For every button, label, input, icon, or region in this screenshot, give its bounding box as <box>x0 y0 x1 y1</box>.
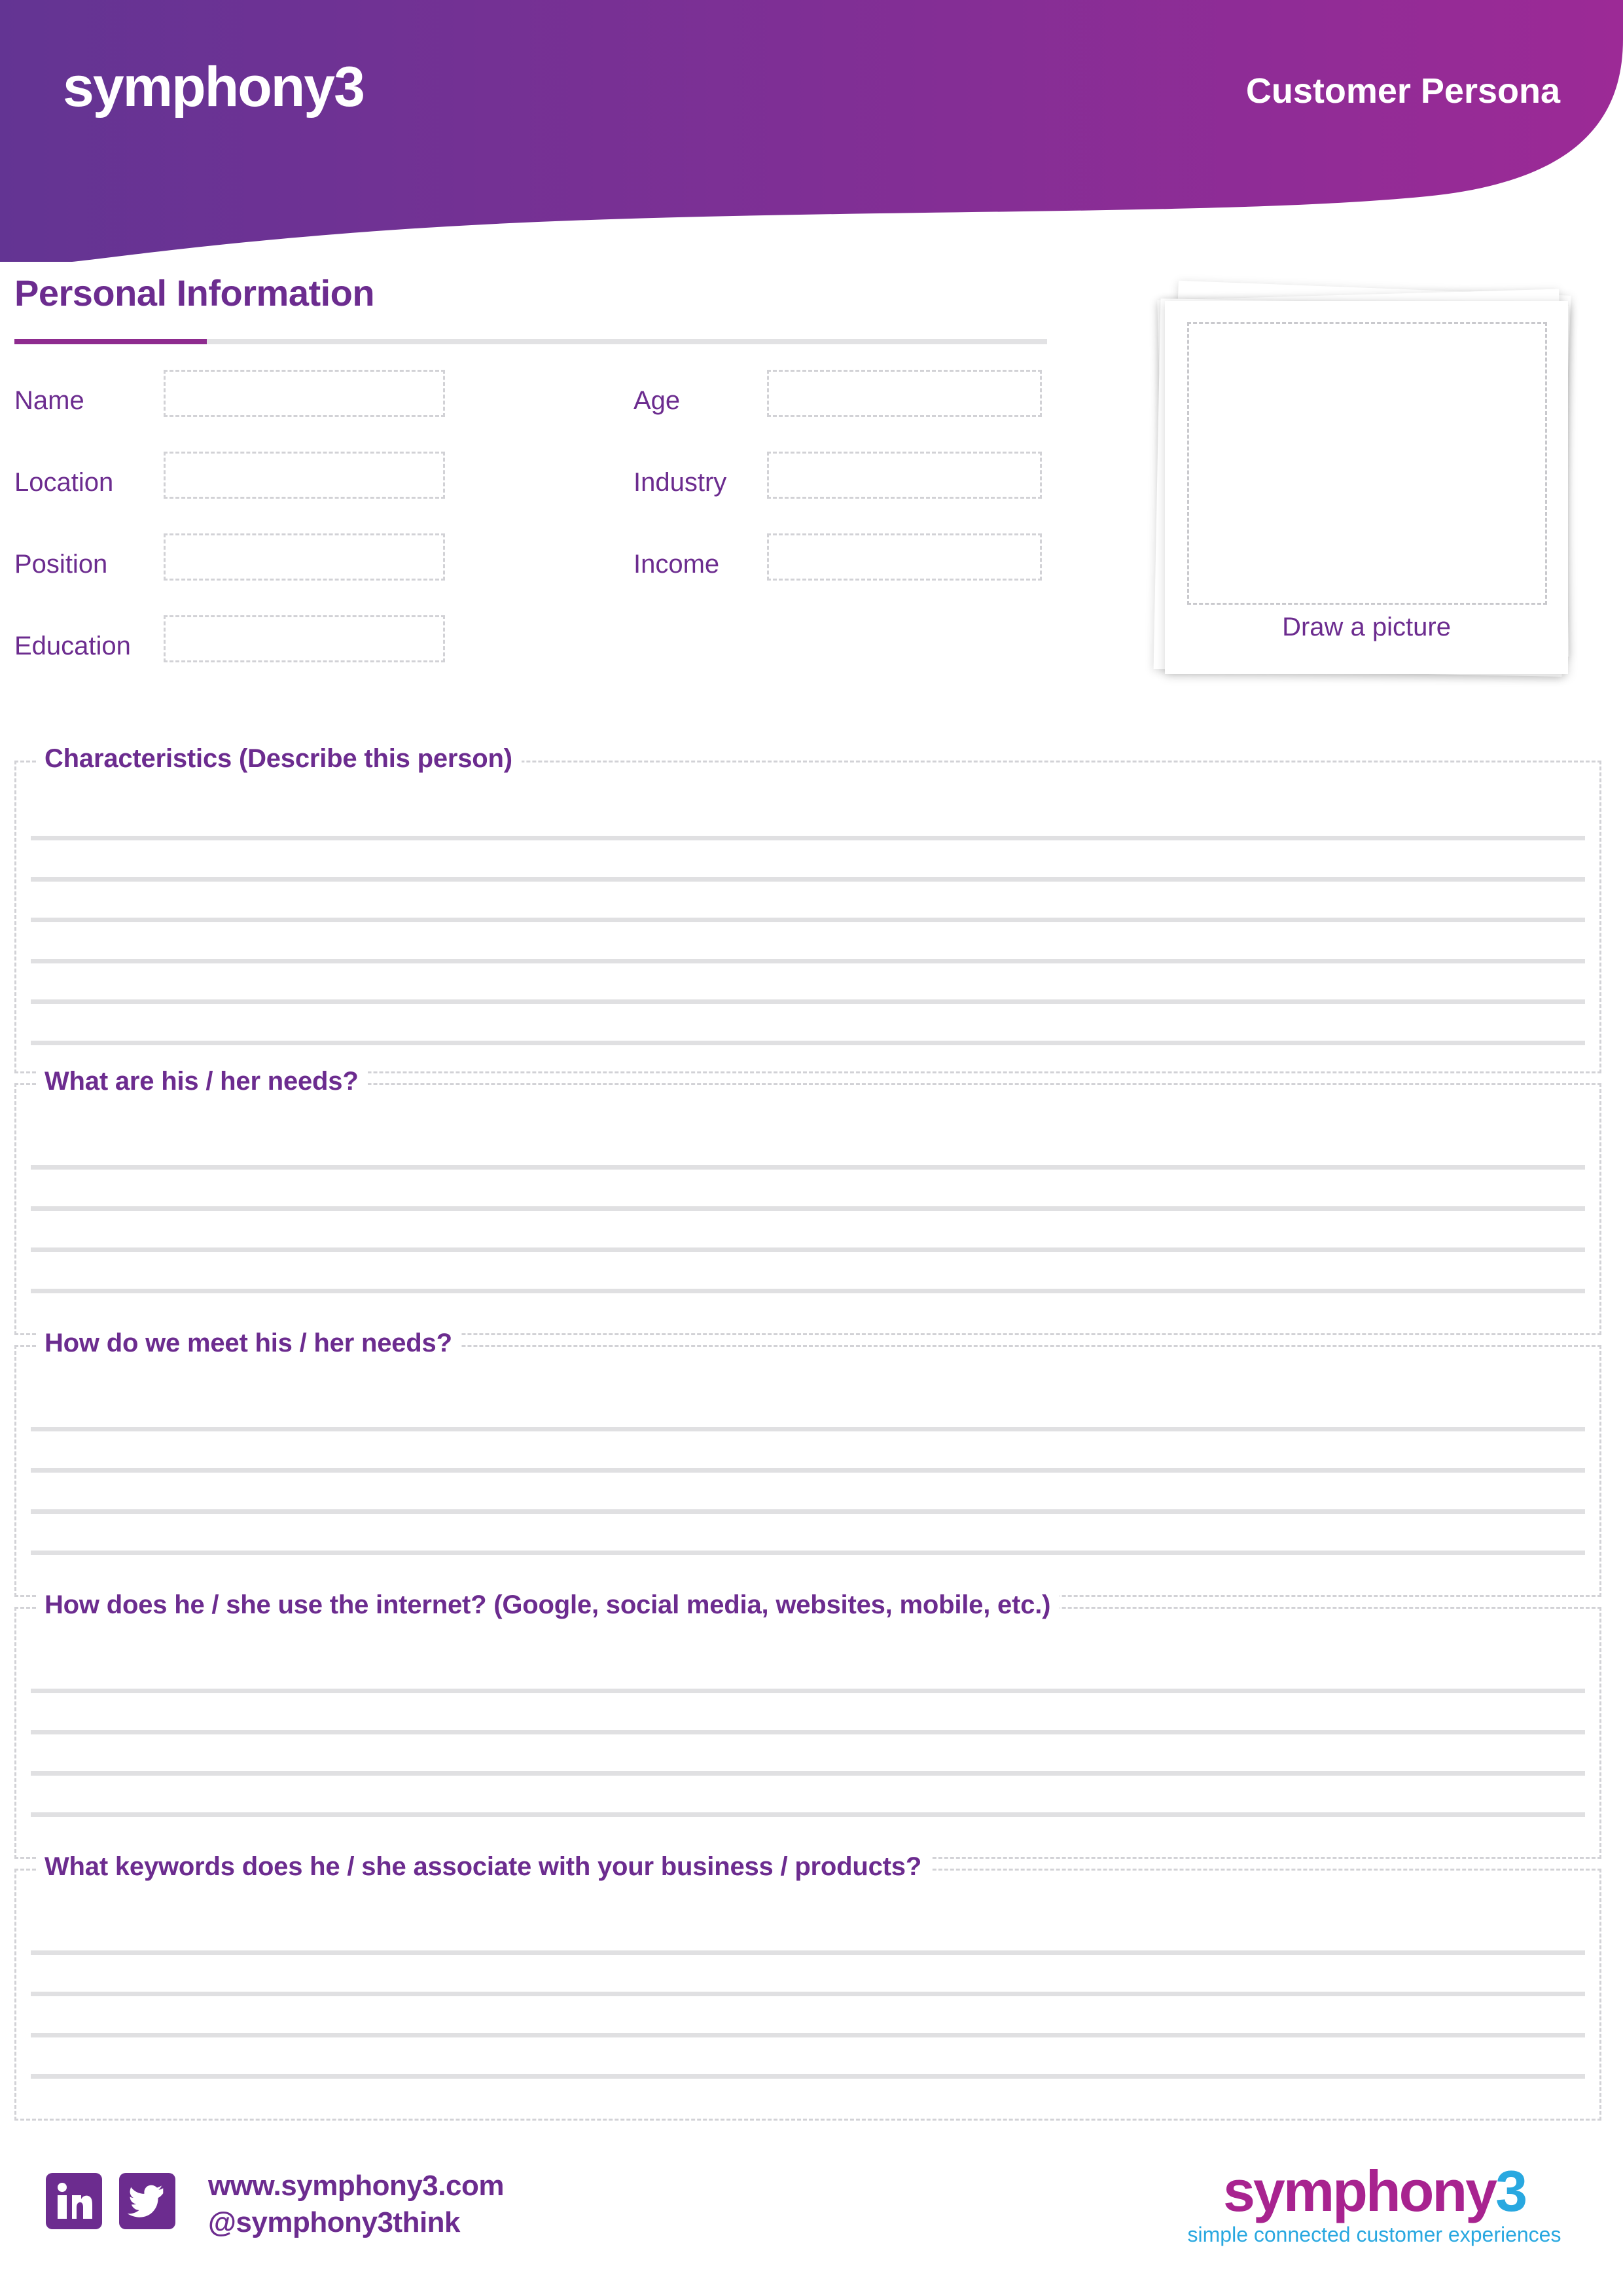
field-label-position: Position <box>14 550 108 579</box>
twitter-icon[interactable] <box>119 2173 175 2229</box>
answer-line[interactable] <box>31 1427 1585 1431</box>
draw-a-picture-card[interactable]: Draw a picture <box>1140 280 1592 702</box>
answer-line[interactable] <box>31 1992 1585 1996</box>
footer-brand-logo: symphony3 simple connected customer expe… <box>1152 2162 1597 2246</box>
field-label-name: Name <box>14 386 84 415</box>
picture-drop-area[interactable] <box>1187 322 1547 605</box>
answer-line[interactable] <box>31 836 1585 840</box>
field-input-position[interactable] <box>164 533 445 581</box>
answer-lines[interactable] <box>31 762 1585 1071</box>
field-input-education[interactable] <box>164 615 445 662</box>
draw-a-picture-label: Draw a picture <box>1282 613 1451 641</box>
question-section-internet-use: How does he / she use the internet? (Goo… <box>14 1592 1601 1859</box>
footer-logo-wordmark: symphony3 <box>1152 2162 1597 2220</box>
footer-contact-links: www.symphony3.com @symphony3think <box>208 2168 504 2242</box>
question-section-meet-needs: How do we meet his / her needs? <box>14 1330 1601 1597</box>
answer-line[interactable] <box>31 1247 1585 1252</box>
field-input-industry[interactable] <box>767 452 1042 499</box>
question-section-keywords: What keywords does he / she associate wi… <box>14 1854 1601 2121</box>
answer-line[interactable] <box>31 2074 1585 2079</box>
footer-logo-numeral: 3 <box>1495 2159 1527 2223</box>
answer-line[interactable] <box>31 918 1585 922</box>
footer-twitter-handle[interactable]: @symphony3think <box>208 2204 504 2241</box>
linkedin-icon[interactable] <box>46 2173 102 2229</box>
answer-line[interactable] <box>31 1771 1585 1776</box>
field-label-age: Age <box>633 386 681 415</box>
answer-lines[interactable] <box>31 1085 1585 1333</box>
answer-line[interactable] <box>31 877 1585 882</box>
section-divider <box>14 339 1047 344</box>
answer-line[interactable] <box>31 1551 1585 1555</box>
section-heading: Personal Information <box>14 272 375 314</box>
field-label-industry: Industry <box>633 468 727 497</box>
page-header: symphony3 Customer Persona <box>0 0 1623 262</box>
field-label-education: Education <box>14 632 131 660</box>
answer-line[interactable] <box>31 1165 1585 1170</box>
field-input-name[interactable] <box>164 370 445 417</box>
field-input-location[interactable] <box>164 452 445 499</box>
answer-line[interactable] <box>31 1950 1585 1955</box>
twitter-bird-glyph <box>127 2185 164 2217</box>
answer-line[interactable] <box>31 999 1585 1004</box>
brand-logo: symphony3 <box>63 56 365 118</box>
answer-lines[interactable] <box>31 1609 1585 1857</box>
answer-line[interactable] <box>31 2033 1585 2037</box>
answer-line[interactable] <box>31 1206 1585 1211</box>
answer-line[interactable] <box>31 1689 1585 1693</box>
answer-line[interactable] <box>31 1041 1585 1045</box>
question-section-characteristics: Characteristics (Describe this person) <box>14 745 1601 1073</box>
page-title: Customer Persona <box>1245 71 1560 111</box>
field-label-location: Location <box>14 468 114 497</box>
section-divider-accent <box>14 339 207 344</box>
answer-line[interactable] <box>31 1289 1585 1293</box>
answer-line[interactable] <box>31 1468 1585 1473</box>
linkedin-glyph <box>58 2183 92 2219</box>
page-footer: www.symphony3.com @symphony3think sympho… <box>0 2153 1623 2296</box>
answer-lines[interactable] <box>31 1347 1585 1595</box>
question-section-needs: What are his / her needs? <box>14 1068 1601 1335</box>
answer-line[interactable] <box>31 1509 1585 1514</box>
answer-line[interactable] <box>31 1730 1585 1734</box>
footer-website-link[interactable]: www.symphony3.com <box>208 2168 504 2204</box>
field-label-income: Income <box>633 550 720 579</box>
footer-logo-word-text: symphony <box>1222 2159 1497 2223</box>
answer-line[interactable] <box>31 1812 1585 1817</box>
field-input-age[interactable] <box>767 370 1042 417</box>
answer-lines[interactable] <box>31 1871 1585 2119</box>
field-input-income[interactable] <box>767 533 1042 581</box>
answer-line[interactable] <box>31 959 1585 963</box>
footer-logo-tagline: simple connected customer experiences <box>1187 2223 1561 2246</box>
header-shape <box>0 0 1623 262</box>
